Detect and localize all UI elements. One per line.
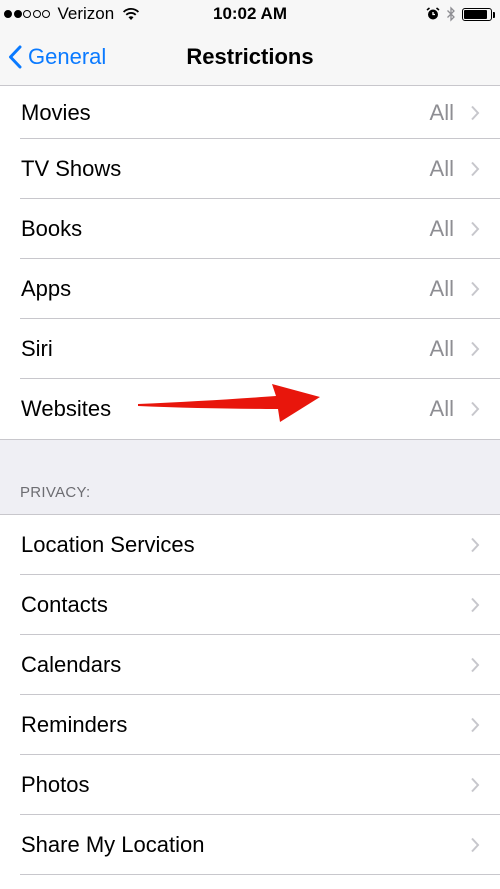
row-value: All bbox=[429, 396, 454, 421]
row-label: Calendars bbox=[21, 652, 122, 677]
row-label: TV Shows bbox=[21, 156, 122, 181]
navigation-bar: General Restrictions bbox=[0, 28, 500, 86]
row-value: All bbox=[429, 216, 454, 241]
row-photos[interactable]: Photos bbox=[0, 755, 500, 815]
row-movies[interactable]: Movies All bbox=[0, 86, 500, 139]
privacy-group: Location Services Contacts Calendars Rem… bbox=[0, 514, 500, 889]
alarm-icon bbox=[426, 7, 440, 20]
annotation-arrow-icon bbox=[138, 384, 320, 422]
chevron-right-icon bbox=[471, 657, 480, 673]
row-value: All bbox=[429, 99, 454, 125]
chevron-right-icon bbox=[471, 105, 480, 120]
chevron-right-icon bbox=[471, 401, 480, 417]
row-value: All bbox=[429, 156, 454, 181]
chevron-right-icon bbox=[471, 537, 480, 553]
chevron-right-icon bbox=[471, 597, 480, 613]
row-label: Movies bbox=[21, 99, 91, 125]
chevron-right-icon bbox=[471, 221, 480, 237]
status-bar: Verizon 10:02 AM bbox=[0, 0, 500, 28]
status-right bbox=[420, 4, 495, 24]
battery-icon bbox=[462, 7, 495, 21]
chevron-right-icon bbox=[471, 341, 480, 357]
row-label: Share My Location bbox=[21, 832, 205, 857]
row-apps[interactable]: Apps All bbox=[0, 259, 500, 319]
row-label: Contacts bbox=[21, 592, 108, 617]
row-reminders[interactable]: Reminders bbox=[0, 695, 500, 755]
row-value: All bbox=[429, 336, 454, 361]
row-label: Websites bbox=[21, 396, 112, 421]
section-header-privacy: PRIVACY: bbox=[20, 484, 91, 501]
chevron-right-icon bbox=[471, 161, 480, 177]
chevron-right-icon bbox=[471, 717, 480, 733]
row-label: Location Services bbox=[21, 532, 195, 557]
back-button-label: General bbox=[28, 44, 107, 69]
chevron-right-icon bbox=[471, 837, 480, 853]
row-location-services[interactable]: Location Services bbox=[0, 515, 500, 575]
battery-fill bbox=[464, 9, 488, 19]
row-label: Siri bbox=[21, 336, 53, 361]
chevron-right-icon bbox=[471, 281, 480, 297]
row-contacts[interactable]: Contacts bbox=[0, 575, 500, 635]
back-button[interactable]: General bbox=[8, 28, 106, 86]
row-siri[interactable]: Siri All bbox=[0, 319, 500, 379]
bluetooth-icon bbox=[447, 6, 455, 22]
row-tv-shows[interactable]: TV Shows All bbox=[0, 139, 500, 199]
row-label: Reminders bbox=[21, 712, 128, 737]
row-share-my-location[interactable]: Share My Location bbox=[0, 815, 500, 875]
chevron-right-icon bbox=[471, 777, 480, 793]
row-calendars[interactable]: Calendars bbox=[0, 635, 500, 695]
chevron-left-icon bbox=[9, 45, 22, 69]
row-label: Books bbox=[21, 216, 83, 241]
row-label: Apps bbox=[21, 276, 72, 301]
row-books[interactable]: Books All bbox=[0, 199, 500, 259]
row-label: Photos bbox=[21, 772, 90, 797]
row-value: All bbox=[429, 276, 454, 301]
